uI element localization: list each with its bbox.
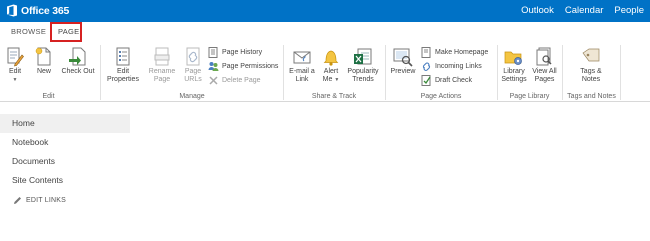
tags-notes-button[interactable]: Tags & Notes [575, 47, 607, 84]
make-homepage-button[interactable]: Make Homepage [421, 46, 488, 58]
tags-notes-group: Tags & Notes Tags and Notes [563, 43, 620, 102]
share-track-group-label: Share & Track [311, 93, 357, 100]
tab-browse[interactable]: BROWSE [11, 27, 46, 36]
page-history-icon [208, 46, 218, 58]
office-logo-icon [7, 4, 17, 17]
pencil-icon [14, 197, 21, 204]
nav-item-home[interactable]: Home [0, 114, 130, 133]
page-actions-group-label: Page Actions [420, 93, 462, 100]
library-settings-label: Library Settings [501, 68, 527, 83]
incoming-links-button[interactable]: Incoming Links [421, 60, 482, 72]
page-permissions-label: Page Permissions [222, 62, 279, 70]
group-divider [620, 45, 621, 100]
rename-page-icon [154, 47, 170, 66]
page-permissions-icon [208, 61, 219, 71]
library-settings-icon [504, 51, 522, 65]
share-track-group: E-mail a Link Alert Me ▼ Popularity Tren… [284, 43, 384, 102]
app-name: Office 365 [21, 4, 70, 17]
outlook-link[interactable]: Outlook [521, 5, 554, 16]
edit-label: Edit [8, 68, 22, 75]
preview-icon [393, 48, 413, 67]
view-all-pages-button[interactable]: View All Pages [529, 47, 560, 84]
page-library-group-label: Page Library [509, 93, 550, 100]
page-permissions-button[interactable]: Page Permissions [208, 60, 278, 72]
edit-links-button[interactable]: EDIT LINKS [13, 196, 66, 205]
incoming-links-icon [422, 62, 431, 71]
tag-icon [582, 48, 600, 62]
edit-links-label: EDIT LINKS [26, 197, 66, 204]
people-link[interactable]: People [614, 5, 644, 16]
email-link-label: E-mail a Link [289, 68, 315, 83]
library-settings-button[interactable]: Library Settings [499, 47, 529, 84]
quick-launch-nav: Home Notebook Documents Site Contents [0, 114, 130, 190]
view-all-pages-label: View All Pages [532, 68, 557, 83]
delete-page-label: Delete Page [222, 76, 261, 84]
popularity-trends-button[interactable]: Popularity Trends [344, 47, 382, 84]
calendar-link[interactable]: Calendar [565, 5, 604, 16]
excel-trends-icon [354, 48, 372, 65]
office365-logo[interactable]: Office 365 [6, 4, 69, 17]
edit-button[interactable]: Edit ▼ [0, 47, 30, 84]
new-label: New [36, 68, 51, 75]
homepage-icon [421, 46, 431, 58]
email-icon [293, 51, 311, 64]
draft-check-icon [421, 74, 431, 86]
edit-page-icon [7, 47, 24, 67]
page-history-label: Page History [222, 48, 263, 56]
edit-group: Edit ▼ New Check Out Edit [0, 43, 97, 102]
page-urls-label: Page URLs [184, 68, 202, 83]
page-library-group: Library Settings View All Pages Page Lib… [498, 43, 561, 102]
edit-group-label: Edit [42, 93, 55, 100]
rename-page-label: Rename Page [148, 68, 176, 83]
nav-item-documents[interactable]: Documents [0, 152, 130, 171]
incoming-links-label: Incoming Links [435, 62, 482, 70]
preview-button[interactable]: Preview [388, 47, 418, 76]
page-history-button[interactable]: Page History [208, 46, 262, 58]
page-urls-button[interactable]: Page URLs [179, 47, 207, 84]
nav-item-notebook[interactable]: Notebook [0, 133, 130, 152]
edit-properties-label: Edit Properties [107, 68, 139, 83]
delete-page-button[interactable]: Delete Page [208, 74, 261, 86]
nav-item-site-contents[interactable]: Site Contents [0, 171, 130, 190]
alert-me-button[interactable]: Alert Me ▼ [318, 47, 344, 84]
new-button[interactable]: New [29, 47, 59, 76]
view-all-pages-icon [536, 47, 552, 66]
tags-notes-group-label: Tags and Notes [567, 93, 616, 100]
check-out-label: Check Out [61, 68, 95, 75]
new-page-icon [35, 47, 51, 66]
make-homepage-label: Make Homepage [435, 48, 489, 56]
popularity-trends-label: Popularity Trends [347, 68, 379, 83]
check-out-icon [69, 47, 86, 66]
rename-page-button[interactable]: Rename Page [145, 47, 179, 84]
suite-bar: Office 365 Outlook Calendar People [0, 0, 650, 22]
edit-properties-button[interactable]: Edit Properties [103, 47, 143, 84]
draft-check-button[interactable]: Draft Check [421, 74, 472, 86]
tags-notes-label: Tags & Notes [580, 68, 602, 83]
page-actions-group: Preview Make Homepage Incoming Links Dra… [386, 43, 496, 102]
preview-label: Preview [390, 68, 416, 75]
tab-page-highlight [50, 22, 82, 42]
delete-icon [209, 75, 218, 85]
edit-properties-icon [116, 47, 130, 66]
suite-links: Outlook Calendar People [521, 5, 644, 16]
manage-group: Edit Properties Rename Page Page URLs Pa… [101, 43, 283, 102]
ribbon-tabs: BROWSE PAGE [0, 23, 650, 43]
page-urls-icon [186, 47, 200, 66]
ribbon: Edit ▼ New Check Out Edit Edit Propertie… [0, 43, 650, 102]
manage-group-label: Manage [179, 93, 205, 100]
draft-check-label: Draft Check [435, 76, 472, 84]
bell-icon [323, 50, 339, 66]
email-link-button[interactable]: E-mail a Link [286, 47, 318, 84]
check-out-button[interactable]: Check Out [59, 47, 97, 76]
